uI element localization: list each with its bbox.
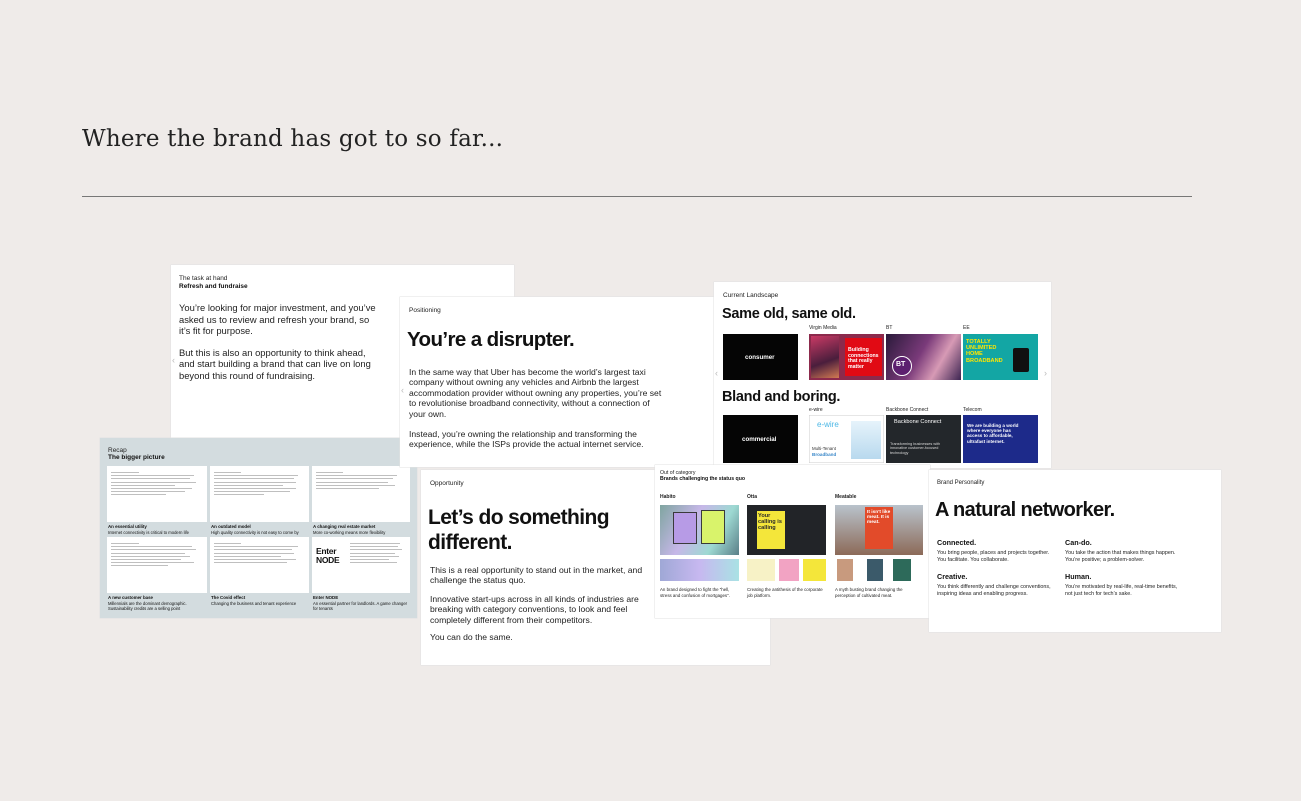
slide-heading: Same old, same old. [722,306,856,322]
meatable-ad: It isn't like meat. It is meat. [835,505,923,555]
slide-heading: Bland and boring. [722,389,841,405]
brand-name: Telecom [963,407,982,413]
slide-body: This is a real opportunity to stand out … [430,565,662,649]
recap-card [107,466,207,522]
paragraph: Innovative start-ups across in all kinds… [430,593,639,625]
slide-positioning[interactable]: Positioning You’re a disrupter. In the s… [400,297,715,467]
slide-heading: Let’s do something different. [428,506,610,554]
trait-creative: Creative. You think differently and chal… [937,572,1051,597]
trait-connected: Connected. You bring people, places and … [937,538,1050,563]
commercial-tile: commercial [723,415,798,463]
page-title: Where the brand has got to so far... [82,126,504,152]
slide-recap[interactable]: Recap The bigger picture An essential ut… [100,438,417,618]
brand-name: e-wire [809,407,823,413]
slide-brand-personality[interactable]: Brand Personality A natural networker. C… [929,470,1221,632]
recap-caption: A changing real estate market More co-wor… [313,524,386,535]
recap-caption: Enter NODE An essential partner for landl… [313,595,408,611]
e-wire-ad: e-wire Multi-Tenant Broadband [809,415,884,463]
brand-name: Habito [660,494,676,500]
slide-subtitle: Brands challenging the status quo [660,476,746,482]
slide-subtitle: Refresh and fundraise [179,283,248,290]
slide-label: Opportunity [430,480,464,487]
brand-caption: Creating the antithesis of the corporate… [747,587,823,598]
recap-caption: An essential utility Internet connectivit… [108,524,189,535]
slide-out-of-category[interactable]: Out of category Brands challenging the s… [655,465,930,618]
brand-name: Otta [747,494,757,500]
enter-node-mark: Enter NODE [316,546,340,565]
trait-human: Human. You’re motivated by real-life, re… [1065,572,1178,597]
brand-caption: An brand designed to fight the “hell, st… [660,587,730,598]
trait-can-do: Can-do. You take the action that makes t… [1065,538,1176,563]
slide-label: Positioning [409,307,441,314]
recap-card: Enter NODE [312,537,410,593]
backbone-connect-ad: Backbone Connect Transforming businesses… [886,415,961,463]
slide-current-landscape[interactable]: Current Landscape Same old, same old. Vi… [714,282,1051,468]
slide-label: Current Landscape [723,292,779,299]
brand-name: Backbone Connect [886,407,929,413]
slide-label: Recap [108,447,127,454]
telecom-ad: We are building a world where everyone h… [963,415,1038,463]
chevron-right-icon[interactable]: › [1044,368,1047,378]
chevron-left-icon[interactable]: ‹ [401,385,404,395]
meatable-ad-secondary [835,559,923,581]
paragraph: Instead, you’re owning the relationship … [409,429,644,450]
paragraph: This is a real opportunity to stand out … [430,565,643,586]
chevron-left-icon[interactable]: ‹ [715,368,718,378]
slide-label: Brand Personality [937,480,985,486]
chevron-left-icon[interactable]: ‹ [172,355,175,365]
otta-ad: Your calling is calling [747,505,826,555]
recap-card [210,537,309,593]
habito-ad [660,505,739,555]
paragraph: You can do the same. [430,632,513,643]
brand-name: EE [963,325,970,331]
otta-ad-secondary [747,559,826,581]
slide-subtitle: The bigger picture [108,454,165,461]
recap-card [312,466,410,522]
paragraph: But this is also an opportunity to think… [179,346,371,381]
recap-caption: A new customer base Millennials are the d… [108,595,187,611]
ee-ad: TOTALLY UNLIMITED HOME BROADBAND [963,334,1038,380]
slide-label: The task at hand [179,275,228,282]
brand-name: Virgin Media [809,325,837,331]
recap-caption: The Covid effect Changing the business an… [211,595,297,606]
slide-heading: You’re a disrupter. [407,328,575,351]
slide-body: In the same way that Uber has become the… [409,367,667,457]
bt-ad: BT [886,334,961,380]
virgin-media-ad: Building connections that really matter [809,334,884,380]
brand-name: BT [886,325,893,331]
habito-ad-secondary [660,559,739,581]
recap-card [107,537,207,593]
paragraph: You’re looking for major investment, and… [179,302,376,337]
slide-heading: A natural networker. [935,499,1115,521]
consumer-tile: consumer [723,334,798,380]
title-divider [82,196,1192,197]
recap-caption: An outdated model High quality connectivi… [211,524,299,535]
brand-name: Meatable [835,494,857,500]
paragraph: In the same way that Uber has become the… [409,367,662,419]
brand-caption: A myth busting brand changing the percep… [835,587,903,598]
slide-body: You’re looking for major investment, and… [179,302,379,389]
recap-card [210,466,309,522]
